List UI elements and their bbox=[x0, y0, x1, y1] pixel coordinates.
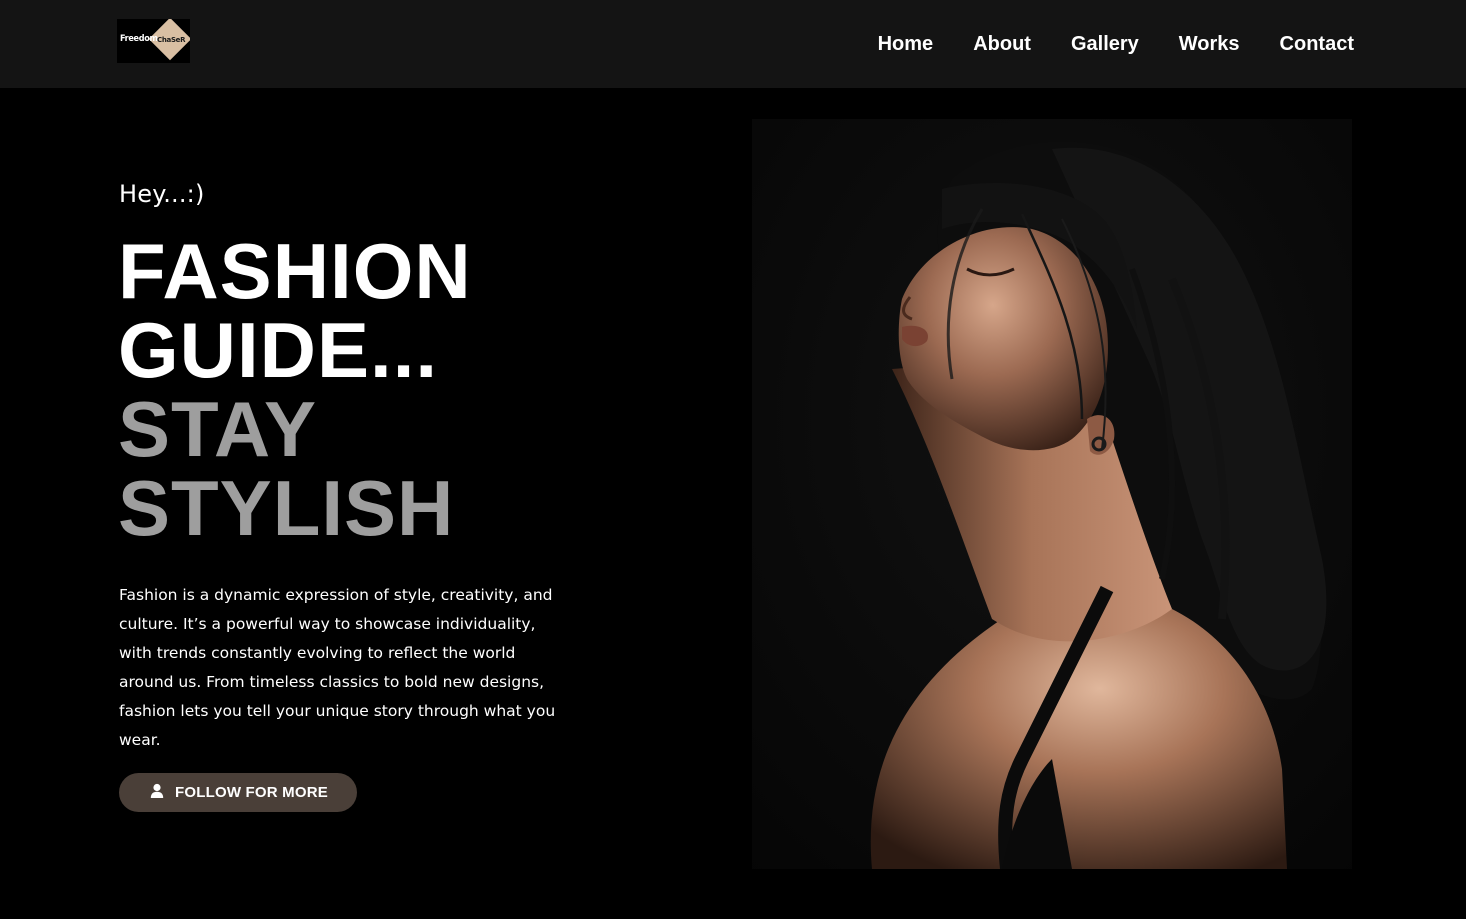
headline-line-stylish: STYLISH bbox=[118, 464, 455, 552]
logo-text-primary: Freedom bbox=[120, 34, 158, 44]
nav-item-contact[interactable]: Contact bbox=[1280, 30, 1354, 58]
follow-for-more-button[interactable]: FOLLOW FOR MORE bbox=[119, 773, 357, 812]
hero-portrait-photo bbox=[752, 119, 1352, 869]
hero-headline: FASHION GUIDE... STAY STYLISH bbox=[118, 232, 472, 548]
headline-line-guide: GUIDE... bbox=[118, 306, 439, 394]
headline-line-stay: STAY bbox=[118, 385, 318, 473]
follow-button-label: FOLLOW FOR MORE bbox=[175, 784, 328, 801]
site-header: Freedom ChaSeR Home About Gallery Works … bbox=[0, 0, 1466, 88]
hero-description: Fashion is a dynamic expression of style… bbox=[119, 586, 556, 749]
hero-greeting: Hey...:) bbox=[119, 180, 205, 208]
nav-item-works[interactable]: Works bbox=[1179, 30, 1240, 58]
nav-item-gallery[interactable]: Gallery bbox=[1071, 30, 1139, 58]
site-logo[interactable]: Freedom ChaSeR bbox=[117, 19, 190, 63]
main-nav: Home About Gallery Works Contact bbox=[838, 30, 1354, 58]
nav-item-about[interactable]: About bbox=[973, 30, 1031, 58]
logo-text-secondary: ChaSeR bbox=[157, 36, 186, 44]
user-icon bbox=[150, 783, 164, 799]
portrait-photo-illustration bbox=[752, 119, 1352, 869]
nav-item-home[interactable]: Home bbox=[878, 30, 934, 58]
headline-line-fashion: FASHION bbox=[118, 227, 472, 315]
